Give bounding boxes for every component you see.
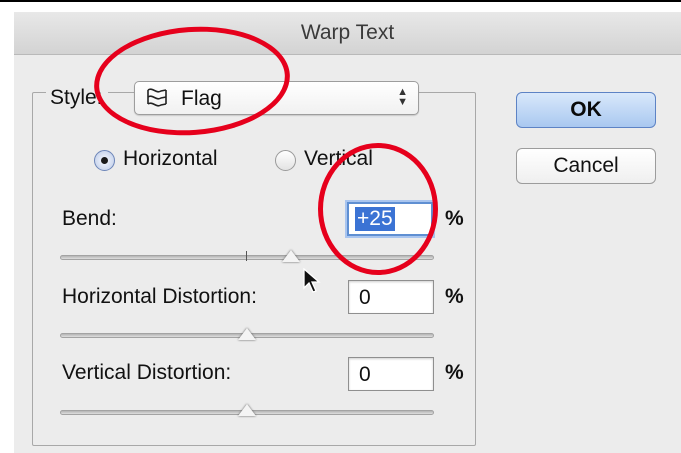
bend-percent-label: % (445, 207, 464, 230)
title-bar[interactable]: Warp Text (14, 12, 681, 55)
vertical-distortion-percent-label: % (445, 361, 464, 384)
vertical-distortion-input[interactable]: 0 (348, 357, 434, 391)
bend-slider-thumb[interactable] (282, 250, 300, 262)
top-border (0, 0, 681, 2)
vertical-distortion-slider-thumb[interactable] (238, 404, 256, 416)
ok-button[interactable]: OK (516, 92, 656, 128)
horizontal-distortion-slider-thumb[interactable] (238, 328, 256, 340)
cancel-button[interactable]: Cancel (516, 148, 656, 184)
vertical-distortion-label: Vertical Distortion: (62, 361, 232, 384)
radio-button-unselected[interactable] (275, 150, 296, 171)
horizontal-distortion-label: Horizontal Distortion: (62, 285, 257, 308)
horizontal-distortion-percent-label: % (445, 285, 464, 308)
bend-slider-center-tick (246, 251, 247, 261)
horizontal-distortion-input[interactable]: 0 (348, 280, 434, 314)
style-group-box (32, 92, 476, 446)
group-border-gap (420, 98, 434, 102)
radio-button-selected[interactable] (94, 150, 115, 171)
bend-label: Bend: (62, 207, 117, 230)
horizontal-distortion-value: 0 (359, 286, 371, 309)
annotation-circle-bend (318, 143, 438, 275)
mouse-pointer-icon (303, 267, 321, 299)
up-down-arrows-icon: ▲ ▼ (397, 86, 408, 108)
radio-horizontal-label: Horizontal (123, 147, 218, 170)
vertical-distortion-value: 0 (359, 363, 371, 386)
window-title: Warp Text (300, 21, 395, 44)
